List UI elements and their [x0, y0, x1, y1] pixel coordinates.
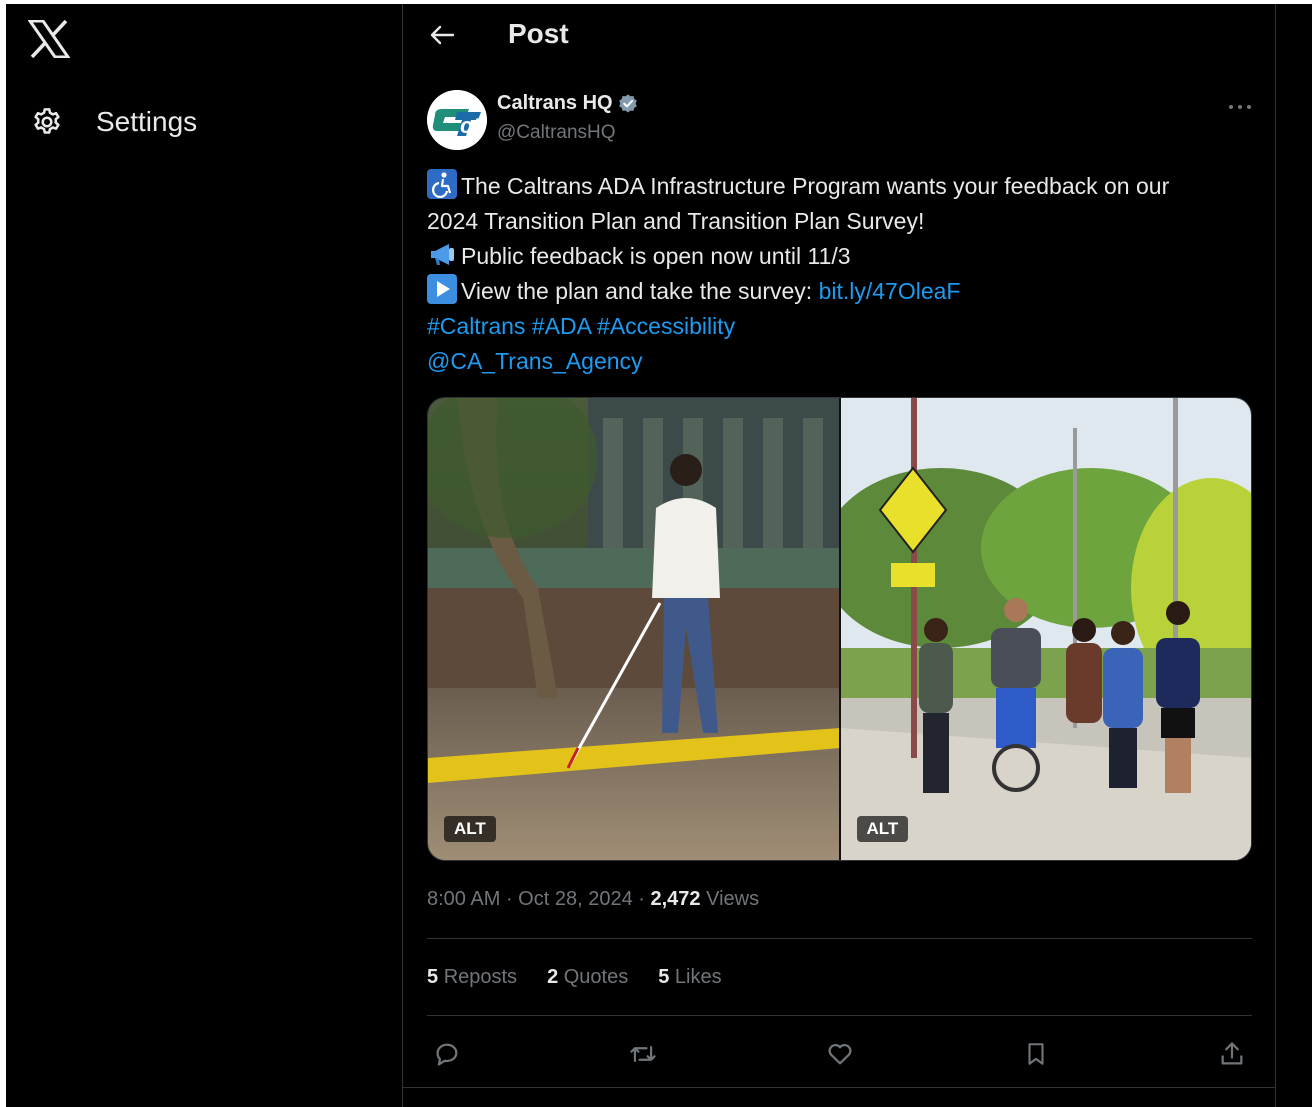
alt-badge[interactable]: ALT: [856, 816, 909, 842]
display-name-row: Caltrans HQ: [497, 92, 639, 115]
heart-icon: [828, 1043, 851, 1065]
likes-stat[interactable]: 5 Likes: [658, 966, 721, 989]
post-line: Public feedback is open now until 11/3: [427, 239, 1267, 274]
post-line-text: View the plan and take the survey:: [461, 278, 819, 304]
arrow-left-icon: [430, 25, 455, 45]
repost-icon: [630, 1045, 656, 1063]
media-image-group-walking[interactable]: ALT: [840, 398, 1251, 860]
like-button[interactable]: [820, 1034, 860, 1074]
post-meta: 8:00 AM · Oct 28, 2024 · 2,472 Views: [427, 888, 759, 911]
post-author: ct Caltrans HQ @CaltransHQ: [427, 90, 1255, 152]
nav-settings[interactable]: Settings: [30, 102, 197, 142]
main-column: Post ct Caltrans HQ @CaltransHQ The Calt…: [402, 4, 1276, 1107]
author-handle[interactable]: @CaltransHQ: [497, 122, 616, 144]
quotes-stat[interactable]: 2 Quotes: [547, 966, 628, 989]
avatar[interactable]: ct: [427, 90, 487, 150]
views-label: Views: [706, 888, 760, 910]
more-dots-icon: [1229, 105, 1251, 109]
likes-count: 5: [658, 966, 670, 988]
megaphone-icon: [427, 239, 457, 269]
share-button[interactable]: [1212, 1034, 1252, 1074]
meta-separator: ·: [505, 888, 519, 910]
post-line: The Caltrans ADA Infrastructure Program …: [427, 169, 1267, 204]
post-text: The Caltrans ADA Infrastructure Program …: [427, 169, 1267, 379]
post-time[interactable]: 8:00 AM: [427, 888, 500, 910]
divider: [427, 938, 1252, 939]
post-date[interactable]: Oct 28, 2024: [518, 888, 633, 910]
share-icon: [1221, 1042, 1243, 1065]
page-header: Post: [403, 4, 1275, 64]
post-line: 2024 Transition Plan and Transition Plan…: [427, 204, 1267, 239]
repost-button[interactable]: [623, 1034, 663, 1074]
post-line-text: The Caltrans ADA Infrastructure Program …: [461, 173, 1170, 199]
more-options-button[interactable]: [1225, 92, 1255, 122]
app-window: Settings Post ct Caltrans HQ @CaltransHQ…: [6, 4, 1312, 1107]
verified-badge-icon: [617, 93, 639, 115]
nav-settings-label: Settings: [96, 106, 198, 137]
reply-button[interactable]: [427, 1034, 467, 1074]
post-media: ALT ALT: [427, 397, 1252, 861]
media-image-cane-user[interactable]: ALT: [428, 398, 839, 860]
divider: [403, 1087, 1275, 1088]
x-logo-icon[interactable]: [27, 19, 71, 59]
avatar-logo-text: ct: [460, 113, 481, 138]
bookmark-icon: [1028, 1043, 1044, 1065]
gear-icon: [30, 105, 64, 139]
reposts-label: Reposts: [443, 966, 518, 988]
post-line-text: 2024 Transition Plan and Transition Plan…: [427, 208, 925, 234]
back-button[interactable]: [425, 18, 459, 52]
survey-link[interactable]: bit.ly/47OleaF: [819, 278, 961, 304]
post-line-text: Public feedback is open now until 11/3: [461, 243, 851, 269]
meta-separator: ·: [638, 888, 651, 910]
wheelchair-icon: [427, 169, 457, 199]
views-count: 2,472: [650, 888, 701, 910]
quotes-label: Quotes: [563, 966, 629, 988]
likes-label: Likes: [674, 966, 722, 988]
divider: [427, 1015, 1252, 1016]
left-nav: Settings: [6, 4, 402, 1107]
reply-icon: [436, 1043, 458, 1066]
action-bar: [427, 1034, 1252, 1074]
page-title: Post: [508, 18, 569, 49]
alt-badge[interactable]: ALT: [444, 816, 496, 842]
reposts-stat[interactable]: 5 Reposts: [427, 966, 517, 989]
reposts-count: 5: [427, 966, 439, 988]
bookmark-button[interactable]: [1016, 1034, 1056, 1074]
display-name[interactable]: Caltrans HQ: [497, 92, 613, 115]
quotes-count: 2: [547, 966, 559, 988]
hashtags[interactable]: #Caltrans #ADA #Accessibility: [427, 309, 1267, 344]
post-line: View the plan and take the survey: bit.l…: [427, 274, 1267, 309]
post-stats: 5 Reposts 2 Quotes 5 Likes: [427, 966, 752, 989]
play-button-icon: [427, 274, 457, 304]
mention-link[interactable]: @CA_Trans_Agency: [427, 344, 1267, 379]
